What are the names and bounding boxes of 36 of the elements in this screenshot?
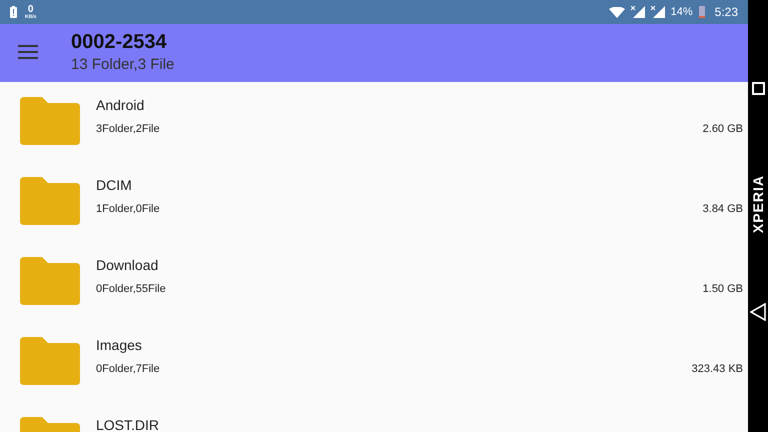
folder-contents: 3Folder,2File xyxy=(96,123,160,135)
folder-row[interactable]: Android 3Folder,2File 2.60 GB xyxy=(0,82,748,162)
folder-icon xyxy=(20,337,80,385)
signal-icon xyxy=(650,6,665,18)
folder-contents: 0Folder,7File xyxy=(96,363,160,375)
folder-size: 3.84 GB xyxy=(702,203,743,215)
folder-contents: 0Folder,55File xyxy=(96,283,166,295)
folder-row[interactable]: Download 0Folder,55File 1.50 GB xyxy=(0,242,748,322)
folder-row[interactable]: Images 0Folder,7File 323.43 KB xyxy=(0,322,748,402)
folder-icon xyxy=(20,97,80,145)
folder-summary: 13 Folder,3 File xyxy=(71,55,174,75)
clock: 5:23 xyxy=(714,5,738,19)
wifi-icon xyxy=(608,6,625,18)
signal-icon xyxy=(630,6,645,18)
folder-row[interactable]: DCIM 1Folder,0File 3.84 GB xyxy=(0,162,748,242)
menu-button[interactable] xyxy=(18,44,38,62)
folder-size: 323.43 KB xyxy=(692,363,743,375)
folder-name: Images xyxy=(96,337,143,353)
folder-icon xyxy=(20,177,80,225)
battery-icon xyxy=(698,6,705,18)
folder-contents: 1Folder,0File xyxy=(96,203,160,215)
folder-name: DCIM xyxy=(96,177,133,193)
folder-size: 2.60 GB xyxy=(702,123,743,135)
battery-percent: 14% xyxy=(670,6,693,18)
folder-name: Android xyxy=(96,97,146,113)
folder-icon xyxy=(20,257,80,305)
network-speed: 0 xyxy=(28,4,34,14)
recent-apps-icon[interactable] xyxy=(752,82,764,95)
brand-label: XPERIA xyxy=(750,175,766,234)
folder-name: LOST.DIR xyxy=(96,417,160,432)
folder-row[interactable]: LOST.DIR xyxy=(0,402,748,432)
folder-size: 1.50 GB xyxy=(702,283,743,295)
folder-title: 0002-2534 xyxy=(71,30,168,54)
folder-name: Download xyxy=(96,257,160,273)
back-icon[interactable] xyxy=(750,303,766,322)
battery-alert-icon xyxy=(10,6,17,18)
